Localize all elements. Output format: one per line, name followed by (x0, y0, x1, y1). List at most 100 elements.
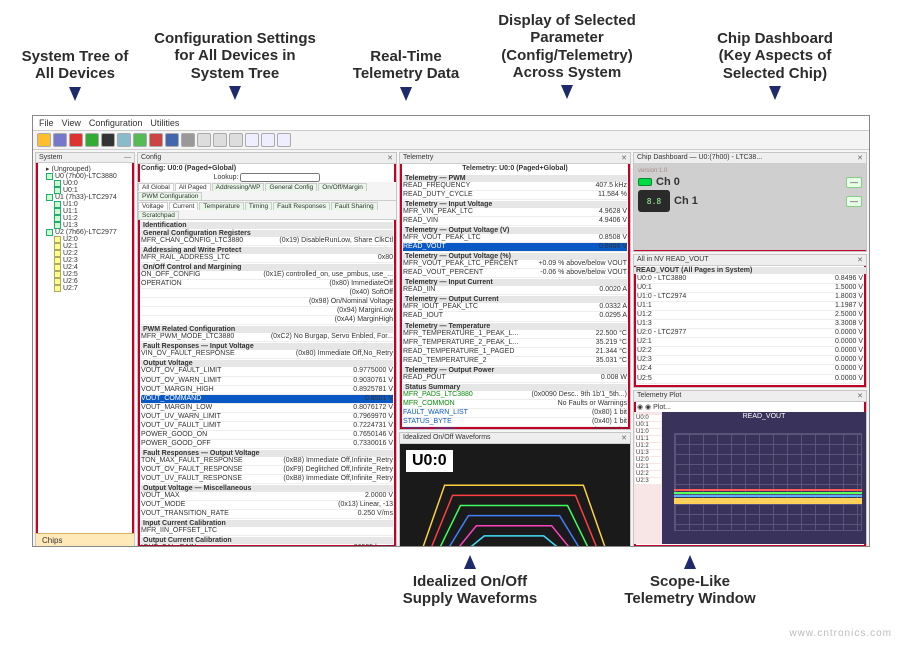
table-row[interactable]: VOUT_OV_FAULT_LIMIT0.9775000 V (141, 367, 393, 376)
table-row[interactable]: READ_VOUT_PERCENT-0.06 % above/below VOU… (403, 269, 627, 278)
table-row[interactable]: VOUT_OV_WARN_LIMIT0.9030761 V (141, 377, 393, 386)
toolbar-icon[interactable] (229, 133, 243, 147)
table-row[interactable]: U2:40.0000 V (637, 365, 863, 374)
tree-channel[interactable]: U2:0 (40, 236, 130, 243)
toolbar-icon[interactable] (117, 133, 131, 147)
tree-device[interactable]: U1 (7h33)-LTC2974 (40, 194, 130, 201)
table-row[interactable]: READ_IIN0.0020 A (403, 286, 627, 295)
table-row[interactable]: U1:11.1987 V (637, 302, 863, 311)
config-tab[interactable]: Voltage (138, 202, 168, 210)
scope-toolbar[interactable]: ◉ ◉ Plot... (634, 402, 866, 412)
table-row[interactable]: READ_VIN4.9406 V (403, 217, 627, 226)
table-row[interactable]: U0:0 - LTC38800.8496 V (637, 275, 863, 284)
tree-device[interactable]: U2 (7h66)-LTC2977 (40, 229, 130, 236)
toolbar-icon[interactable] (149, 133, 163, 147)
config-tab[interactable]: Temperature (199, 202, 244, 210)
table-row[interactable]: STATUS_WORD(0x0040) 0 (403, 427, 627, 429)
table-row[interactable]: VOUT_UV_FAULT_LIMIT0.7224731 V (141, 422, 393, 431)
config-tab[interactable]: Addressing/WP (212, 183, 265, 191)
table-row[interactable]: (0x40) SoftOff (141, 289, 393, 298)
toolbar-icon[interactable] (213, 133, 227, 147)
table-row[interactable]: POWER_GOOD_OFF0.7330016 V (141, 440, 393, 449)
table-row[interactable]: VOUT_UV_WARN_LIMIT0.7969970 V (141, 413, 393, 422)
tree-channel[interactable]: U2:2 (40, 250, 130, 257)
table-row[interactable]: VOUT_MAX2.0000 V (141, 492, 393, 501)
menu-view[interactable]: View (62, 118, 81, 128)
config-tab[interactable]: Current (169, 202, 199, 210)
tree-channel[interactable]: U2:4 (40, 264, 130, 271)
toolbar-icon[interactable] (245, 133, 259, 147)
scope-channel-item[interactable]: U1:1 (635, 436, 661, 442)
table-row[interactable]: MFR_RAIL_ADDRESS_LTC0x80 (141, 254, 393, 263)
table-row[interactable]: U2:50.0000 V (637, 375, 863, 384)
table-row[interactable]: READ_TEMPERATURE_235.031 °C (403, 357, 627, 366)
scope-channel-item[interactable]: U1:0 (635, 429, 661, 435)
table-row[interactable]: STATUS_BYTE(0x40) 1 bit (403, 418, 627, 427)
tree-root[interactable]: ▸ (Ungrouped) (40, 165, 130, 173)
tree-channel[interactable]: U2:3 (40, 257, 130, 264)
table-row[interactable]: ON_OFF_CONFIG(0x1E) controlled_on, use_p… (141, 271, 393, 280)
toolbar-icon[interactable] (101, 133, 115, 147)
tree-device[interactable]: U0 (7h00)-LTC3880 (40, 173, 130, 180)
table-row[interactable]: POWER_GOOD_ON0.7650146 V (141, 431, 393, 440)
scope-channel-item[interactable]: U2:3 (635, 478, 661, 484)
table-row[interactable]: MFR_PWM_MODE_LTC3880(0xC2) No Burgap, Se… (141, 333, 393, 342)
table-row[interactable]: VOUT_TRANSITION_RATE0.250 V/ms (141, 510, 393, 519)
table-row[interactable]: U1:33.3008 V (637, 320, 863, 329)
table-row[interactable]: MFR_IOUT_PEAK_LTC0.0332 A (403, 303, 627, 312)
tree-channel[interactable]: U1:0 (40, 201, 130, 208)
close-icon[interactable]: ✕ (857, 392, 863, 400)
menu-file[interactable]: File (39, 118, 54, 128)
scope-channel-item[interactable]: U1:2 (635, 443, 661, 449)
table-row[interactable]: VOUT_MARGIN_LOW0.8076172 V (141, 404, 393, 413)
table-row[interactable]: (0x94) MarginLow (141, 307, 393, 316)
toolbar-icon[interactable] (261, 133, 275, 147)
config-tab[interactable]: PWM Configuration (138, 192, 202, 200)
table-row[interactable]: MFR_VOUT_PEAK_LTC_PERCENT+0.09 % above/b… (403, 260, 627, 269)
tree-channel[interactable]: U0:0 (40, 180, 130, 187)
table-row[interactable]: FAULT_WARN_LIST(0x80) 1 bit (403, 409, 627, 418)
close-icon[interactable]: ✕ (857, 154, 863, 162)
tree-channel[interactable]: U2:7 (40, 285, 130, 292)
table-row[interactable]: READ_FREQUENCY407.5 kHz (403, 182, 627, 191)
table-row[interactable]: VOUT_MODE(0x13) Linear, -13 (141, 501, 393, 510)
tree-channel[interactable]: U1:1 (40, 208, 130, 215)
table-row[interactable]: MFR_TEMPERATURE_1_PEAK_L...22.500 °C (403, 330, 627, 339)
table-row[interactable]: U2:10.0000 V (637, 338, 863, 347)
table-row[interactable]: VOUT_COMMAND0.8501 V (141, 395, 393, 404)
table-row[interactable]: READ_IOUT0.0295 A (403, 312, 627, 321)
config-tab[interactable]: Fault Sharing (331, 202, 378, 210)
table-row[interactable]: OPERATION(0x80) ImmediateOff (141, 280, 393, 289)
config-tab[interactable]: General Config (265, 183, 317, 191)
table-row[interactable]: READ_DUTY_CYCLE11.584 % (403, 191, 627, 200)
tree-channel[interactable]: U0:1 (40, 187, 130, 194)
close-icon[interactable]: ✕ (387, 154, 393, 162)
table-row[interactable]: (0xA4) MarginHigh (141, 316, 393, 325)
scope-channel-item[interactable]: U2:0 (635, 457, 661, 463)
table-row[interactable]: VOUT_UV_FAULT_RESPONSE(0xB8) Immediate O… (141, 475, 393, 484)
table-row[interactable]: U0:11.5000 V (637, 284, 863, 293)
table-row[interactable]: MFR_TEMPERATURE_2_PEAK_L...35.219 °C (403, 339, 627, 348)
scope-channel-item[interactable]: U0:0 (635, 415, 661, 421)
config-tab[interactable]: Scratchpad (138, 211, 179, 219)
table-row[interactable]: READ_TEMPERATURE_1_PAGED21.344 °C (403, 348, 627, 357)
config-tab[interactable]: On/Off/Margin (318, 183, 367, 191)
table-row[interactable]: MFR_PADS_LTC3880(0x0090 Desc.. 9th 1b'1_… (403, 391, 627, 400)
tree-channel[interactable]: U1:2 (40, 215, 130, 222)
table-row[interactable]: U1:22.5000 V (637, 311, 863, 320)
menu-utilities[interactable]: Utilities (150, 118, 179, 128)
toolbar-icon[interactable] (37, 133, 51, 147)
tree-channel[interactable]: U2:1 (40, 243, 130, 250)
toolbar-icon[interactable] (197, 133, 211, 147)
table-row[interactable]: VOUT_MARGIN_HIGH0.8925781 V (141, 386, 393, 395)
close-icon[interactable]: ✕ (857, 256, 863, 264)
scope-channel-item[interactable]: U2:1 (635, 464, 661, 470)
table-row[interactable]: VIN_OV_FAULT_RESPONSE(0x80) Immediate Of… (141, 350, 393, 359)
close-icon[interactable]: ✕ (621, 434, 627, 442)
tree-channel[interactable]: U2:6 (40, 278, 130, 285)
chips-tab[interactable]: Chips (36, 533, 134, 547)
toolbar-icon[interactable] (277, 133, 291, 147)
table-row[interactable]: U1:0 - LTC29741.8003 V (637, 293, 863, 302)
table-row[interactable]: (0x98) On/Nominal Voltage (141, 298, 393, 307)
tree-channel[interactable]: U1:3 (40, 222, 130, 229)
